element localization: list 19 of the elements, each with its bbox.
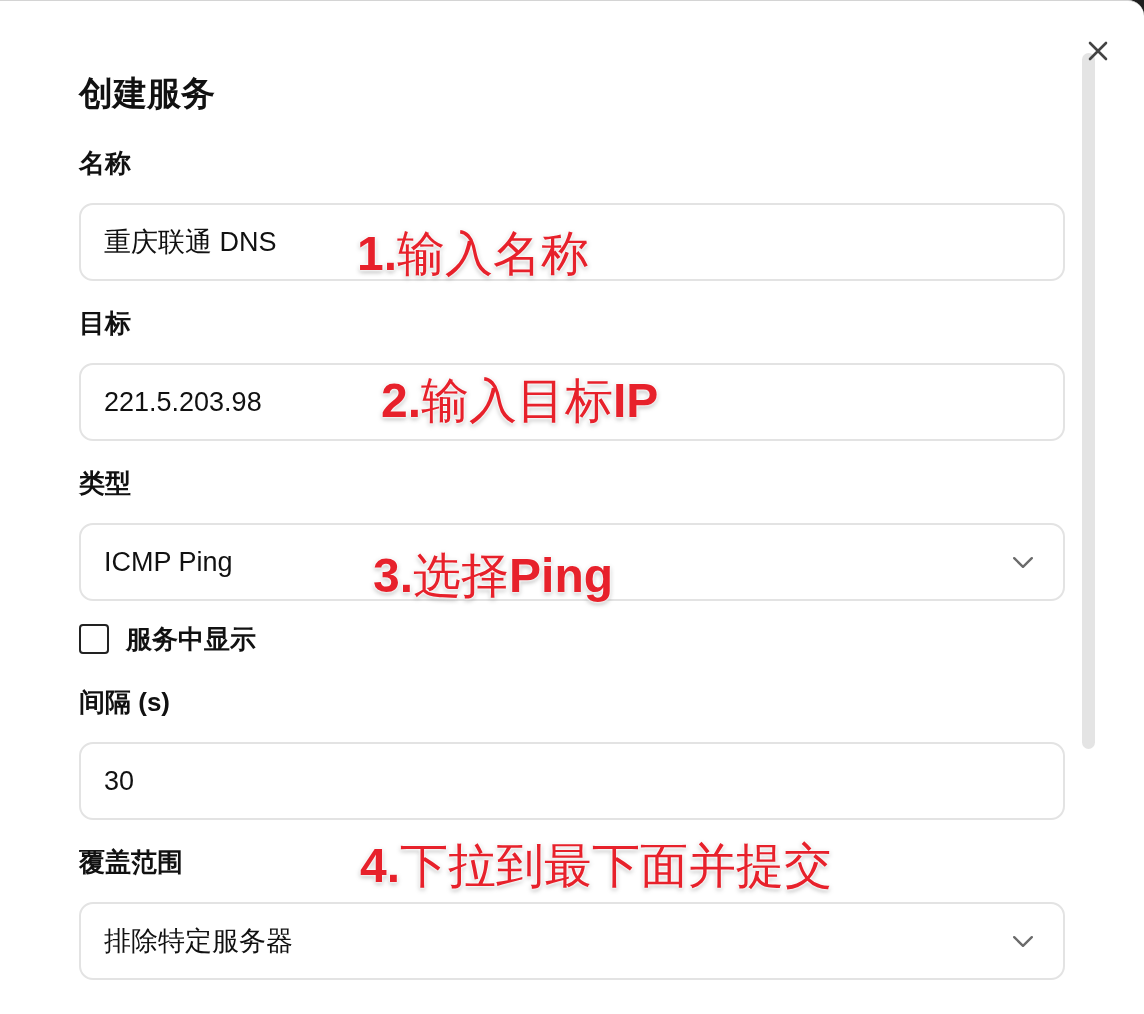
annotation-text: 4.下拉到最下面并提交 xyxy=(360,838,833,894)
field-label: 类型 xyxy=(79,467,131,500)
annotation-text: 3.选择Ping xyxy=(373,548,614,604)
field-label: 间隔 (s) xyxy=(79,686,170,719)
chevron-down-icon xyxy=(1013,556,1033,568)
chevron-down-icon xyxy=(1013,935,1033,947)
checkbox[interactable] xyxy=(79,624,109,654)
close-button[interactable] xyxy=(1088,41,1108,61)
checkbox-label: 服务中显示 xyxy=(126,623,256,655)
annotation-text: 1.输入名称 xyxy=(357,226,590,282)
dropdown-select[interactable]: 排除特定服务器 xyxy=(79,902,1065,980)
scrollbar-thumb[interactable] xyxy=(1082,53,1095,749)
annotation-text: 2.输入目标IP xyxy=(381,373,659,429)
field-label: 覆盖范围 xyxy=(79,846,183,879)
text-input[interactable]: 30 xyxy=(79,742,1065,820)
dialog-title: 创建服务 xyxy=(79,73,216,113)
field-label: 目标 xyxy=(79,307,131,340)
field-label: 名称 xyxy=(79,147,131,180)
close-icon xyxy=(1088,41,1108,61)
